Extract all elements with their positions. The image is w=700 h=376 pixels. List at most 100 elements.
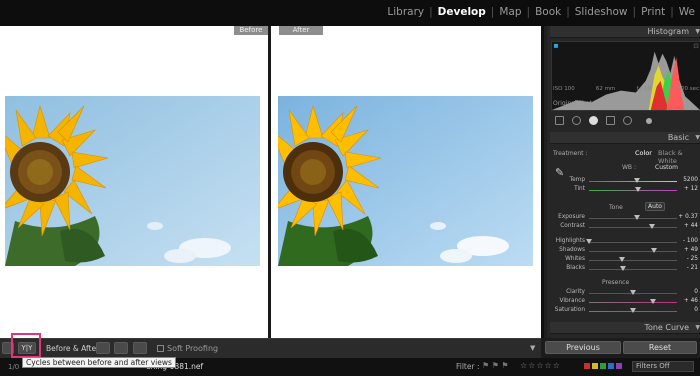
basic-header[interactable]: Basic ▼ [550,132,700,144]
tool-strip [550,114,700,128]
contrast-slider-row[interactable]: Contrast + 44 [547,223,700,231]
temp-value[interactable]: 5200 [683,177,698,183]
shadows-value[interactable]: + 49 [684,247,698,253]
whites-value[interactable]: - 25 [687,256,698,262]
tint-slider-row[interactable]: Tint + 12 [547,186,700,194]
yellow-label-icon[interactable] [592,363,598,369]
exposure-value[interactable]: + 0.37 [678,214,698,220]
before-photo [5,96,260,266]
view-toolbar: Y|Y Before & After : Soft Proofing ▼ [0,338,541,358]
vibrance-knob[interactable] [650,299,657,304]
whites-track[interactable] [589,260,677,261]
iso-value: ISO 100 [553,86,575,92]
module-bar: Library | Develop | Map | Book | Slidesh… [0,0,700,26]
histogram-header[interactable]: Histogram ▼ [550,26,700,38]
crop-tool-icon[interactable] [555,116,564,125]
after-pane[interactable]: After [271,26,541,338]
tint-value[interactable]: + 12 [684,186,698,192]
module-web[interactable]: We [674,6,700,18]
previous-button[interactable]: Previous [545,341,621,354]
right-panel-body: Histogram ▼ ISO 100 62 mm f / 10 1/100 s… [547,26,700,338]
saturation-knob[interactable] [630,308,636,313]
shadows-track[interactable] [589,251,677,252]
red-label-icon[interactable] [584,363,590,369]
wb-select[interactable]: Custom [655,164,678,171]
clarity-knob[interactable] [630,290,636,295]
treatment-color-option[interactable]: Color [635,149,652,157]
contrast-track[interactable] [589,227,677,228]
presence-label: Presence [602,279,630,286]
saturation-value[interactable]: 0 [694,307,698,313]
clarity-value[interactable]: 0 [694,289,698,295]
aperture-value: f / 10 [636,86,651,92]
auto-tone-button[interactable]: Auto [645,202,665,211]
whites-slider-row[interactable]: Whites - 25 [547,256,700,264]
vibrance-slider-row[interactable]: Vibrance + 46 [547,298,700,306]
basic-title: Basic [667,133,689,142]
tint-knob[interactable] [635,187,642,192]
exposure-slider-row[interactable]: Exposure + 0.37 [547,214,700,222]
star-filter-icon[interactable]: ☆☆☆☆☆ [520,361,561,370]
module-slideshow[interactable]: Slideshow [570,6,633,18]
graduated-filter-tool-icon[interactable] [606,116,615,125]
blacks-slider-row[interactable]: Blacks - 21 [547,265,700,273]
before-pane[interactable]: Before [0,26,268,338]
module-book[interactable]: Book [530,6,566,18]
contrast-knob[interactable] [649,224,656,229]
green-label-icon[interactable] [600,363,606,369]
swap-before-after-button[interactable] [133,342,147,354]
toolbar-menu-icon[interactable]: ▼ [530,344,535,352]
clarity-slider-row[interactable]: Clarity 0 [547,289,700,297]
highlight-annotation [11,333,41,358]
temp-track[interactable] [589,181,677,182]
tone-curve-header[interactable]: Tone Curve ▼ [550,322,700,334]
highlights-knob[interactable] [586,239,592,244]
module-print[interactable]: Print [636,6,670,18]
tint-track[interactable] [589,190,677,191]
highlights-track[interactable] [589,242,677,243]
blacks-value[interactable]: - 21 [687,265,698,271]
filters-select[interactable]: Filters Off [632,361,694,372]
reset-button[interactable]: Reset [623,341,697,354]
treatment-bw-option[interactable]: Black & White [658,149,700,165]
blacks-knob[interactable] [620,266,627,271]
flag-filter-icon[interactable]: ⚑ ⚑ ⚑ [482,361,509,370]
whites-knob[interactable] [618,257,625,262]
module-develop[interactable]: Develop [433,6,491,18]
copy-before-to-after-button[interactable] [96,342,110,354]
blacks-label: Blacks [566,265,585,271]
vibrance-value[interactable]: + 46 [684,298,698,304]
soft-proofing-checkbox[interactable] [157,345,164,352]
vibrance-track[interactable] [589,302,677,303]
collapse-icon[interactable]: ▼ [695,322,700,334]
temp-slider-row[interactable]: Temp 5200 [547,177,700,185]
tone-label: Tone [609,204,623,211]
exposure-knob[interactable] [633,215,640,220]
module-map[interactable]: Map [494,6,526,18]
purple-label-icon[interactable] [616,363,622,369]
saturation-slider-row[interactable]: Saturation 0 [547,307,700,315]
spot-removal-tool-icon[interactable] [572,116,581,125]
blacks-track[interactable] [589,269,677,270]
tint-label: Tint [574,186,585,192]
blue-label-icon[interactable] [608,363,614,369]
before-after-view: Before After [0,26,541,338]
collapse-icon[interactable]: ▼ [695,26,700,38]
shadows-knob[interactable] [651,248,658,253]
temp-knob[interactable] [634,178,641,183]
color-label-filter[interactable] [584,363,622,369]
tooltip: Cycles between before and after views [22,357,176,368]
highlights-value[interactable]: - 100 [683,238,698,244]
before-label: Before [234,26,268,35]
collapse-icon[interactable]: ▼ [695,132,700,144]
highlights-slider-row[interactable]: Highlights - 100 [547,238,700,246]
brush-tool-icon[interactable] [646,118,652,124]
contrast-value[interactable]: + 44 [684,223,698,229]
module-library[interactable]: Library [382,6,429,18]
red-eye-tool-icon[interactable] [589,116,598,125]
shadows-slider-row[interactable]: Shadows + 49 [547,247,700,255]
module-picker: Library | Develop | Map | Book | Slidesh… [382,6,700,18]
after-photo [278,96,533,266]
radial-filter-tool-icon[interactable] [623,116,632,125]
copy-after-to-before-button[interactable] [114,342,128,354]
